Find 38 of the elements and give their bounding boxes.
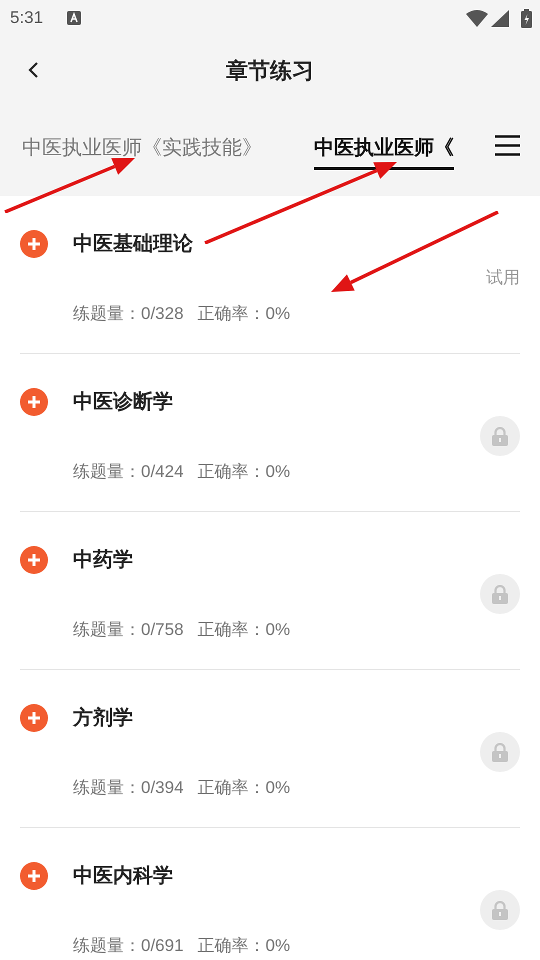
question-count: 练题量：0/758 [73,619,184,642]
chapter-title: 方剂学 [73,706,133,731]
notification-icon [67,11,82,25]
chapter-title: 中医诊断学 [73,390,173,415]
wifi-icon [466,10,488,26]
lock-icon [492,426,508,446]
trial-label: 试用 [486,267,520,290]
plus-icon[interactable] [20,388,48,416]
lock-button[interactable] [480,732,520,772]
menu-icon [494,134,520,156]
accuracy-rate: 正确率：0% [198,303,290,326]
question-count: 练题量：0/328 [73,303,184,326]
lock-button[interactable] [480,416,520,456]
battery-icon [521,8,532,28]
lock-icon [492,742,508,762]
lock-icon [492,584,508,604]
chapter-title: 中医内科学 [73,864,173,889]
plus-icon[interactable] [20,862,48,890]
status-time: 5:31 [10,7,44,30]
accuracy-rate: 正确率：0% [198,461,290,484]
signal-icon [491,10,509,26]
question-count: 练题量：0/691 [73,935,184,958]
chapter-title: 中药学 [73,548,133,573]
page-title: 章节练习 [226,57,314,85]
accuracy-rate: 正确率：0% [198,619,290,642]
plus-icon[interactable] [20,704,48,732]
accuracy-rate: 正确率：0% [198,935,290,958]
question-count: 练题量：0/424 [73,461,184,484]
question-count: 练题量：0/394 [73,777,184,800]
lock-button[interactable] [480,890,520,930]
chapter-title: 中医基础理论 [73,232,193,257]
accuracy-rate: 正确率：0% [198,777,290,800]
back-icon [28,61,38,79]
plus-icon[interactable] [20,230,48,258]
lock-button[interactable] [480,574,520,614]
plus-icon[interactable] [20,546,48,574]
tab[interactable]: 中医执业医师《实践技能》 [22,129,262,170]
lock-icon [492,900,508,920]
